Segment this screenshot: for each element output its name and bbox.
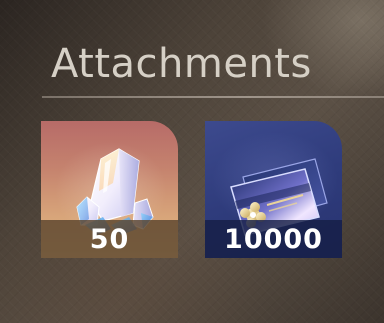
quantity-bar: 50	[41, 220, 178, 258]
attachments-title: Attachments	[51, 41, 312, 87]
quantity-label: 10000	[224, 223, 323, 255]
attachment-item-ticket[interactable]: 10000	[205, 121, 342, 258]
quantity-bar: 10000	[205, 220, 342, 258]
attachment-item-crystal[interactable]: 50	[41, 121, 178, 258]
quantity-label: 50	[89, 223, 130, 255]
title-divider	[42, 96, 384, 98]
